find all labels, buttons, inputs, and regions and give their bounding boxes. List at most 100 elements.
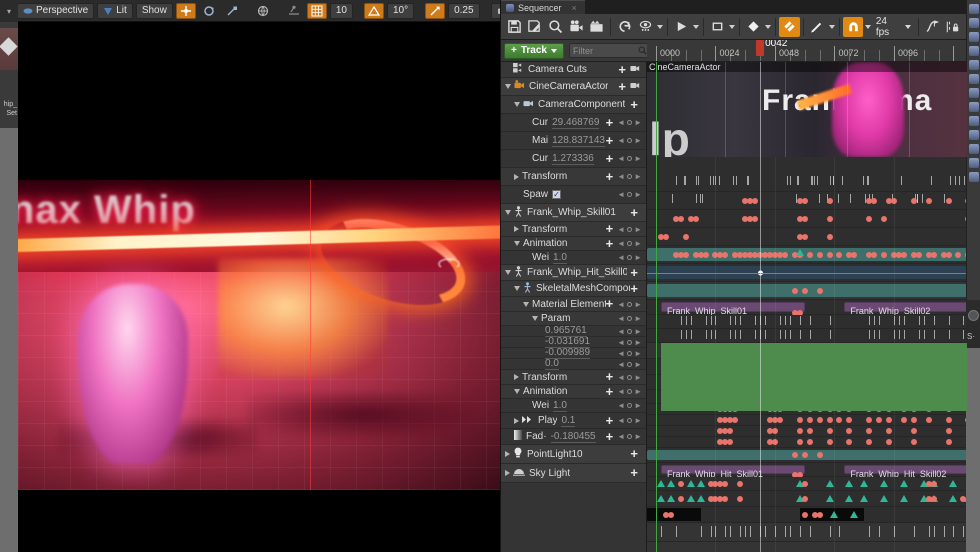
timeline-ruler[interactable]: 0000 0024 0048 0072 0096 0042 <box>647 40 967 62</box>
keyframe[interactable] <box>727 439 734 445</box>
add-key-button[interactable]: + <box>630 282 638 295</box>
spawned-checkbox[interactable]: ✓ <box>552 190 562 199</box>
playhead-line[interactable] <box>760 62 762 552</box>
keyframe[interactable] <box>945 197 952 204</box>
keyframe-marker[interactable] <box>666 495 675 502</box>
rotate-gizmo-button[interactable] <box>199 3 219 19</box>
add-key-icon[interactable] <box>627 418 633 423</box>
add-key-icon[interactable] <box>627 255 633 260</box>
track-value[interactable]: 0.1 <box>561 415 576 427</box>
track-row-param-b[interactable]: -0.009989 ◄ ► <box>501 347 646 359</box>
keyframe-button[interactable] <box>743 17 764 37</box>
keyframe[interactable] <box>826 251 833 258</box>
timeline-row-current-focal-length[interactable] <box>647 192 967 210</box>
keyframe-marker[interactable] <box>949 480 958 487</box>
track-row-transform-hit-skill[interactable]: Transform + ◄ ► <box>501 370 646 385</box>
key-navigation[interactable]: ◄ ► <box>617 314 642 323</box>
add-key-icon[interactable] <box>627 120 633 125</box>
next-key-icon[interactable]: ► <box>634 300 642 309</box>
add-key-button[interactable]: + <box>606 116 614 129</box>
keyframe[interactable] <box>806 439 813 445</box>
keyframe[interactable] <box>886 417 893 423</box>
keyframe[interactable] <box>826 428 833 434</box>
detail-icon[interactable] <box>969 4 979 14</box>
level-viewport[interactable]: nax Whip ▾ hip_ Set Perspective Lit Show… <box>0 0 545 552</box>
add-key-button[interactable]: + <box>606 222 614 235</box>
key-navigation[interactable]: ◄ ► <box>617 239 642 248</box>
keyframe[interactable] <box>806 417 813 423</box>
detail-icon[interactable] <box>969 102 979 112</box>
chevron-right-icon[interactable] <box>514 374 519 380</box>
keyframe[interactable] <box>945 428 952 434</box>
keyframe[interactable] <box>791 452 798 458</box>
keyframe[interactable] <box>677 480 684 487</box>
add-key-button[interactable]: + <box>606 152 614 165</box>
keyframe[interactable] <box>866 428 873 434</box>
tab-sequencer[interactable]: Sequencer × <box>501 0 585 14</box>
chevron-down-icon[interactable] <box>514 286 520 291</box>
add-key-icon[interactable] <box>627 138 633 143</box>
chevron-right-icon[interactable] <box>505 470 510 476</box>
keyframe[interactable] <box>910 197 917 204</box>
prev-key-icon[interactable]: ◄ <box>617 154 625 163</box>
keyframe[interactable] <box>806 428 813 434</box>
chevron-down-icon[interactable] <box>505 84 511 89</box>
keyframe[interactable] <box>732 417 739 423</box>
key-navigation[interactable]: ◄ ► <box>617 416 642 425</box>
snap-button[interactable] <box>842 16 864 37</box>
keyframe-dropdown[interactable] <box>764 17 772 37</box>
next-key-icon[interactable]: ► <box>634 118 642 127</box>
next-key-icon[interactable]: ► <box>634 154 642 163</box>
lock-button[interactable] <box>942 17 963 37</box>
keyframe[interactable] <box>801 287 808 294</box>
keyframe[interactable] <box>752 197 759 204</box>
panel-tab-icon[interactable] <box>968 310 979 321</box>
timeline-row-transform-camera[interactable] <box>647 246 967 264</box>
next-key-icon[interactable]: ► <box>634 239 642 248</box>
keyframe[interactable] <box>826 197 833 204</box>
keyframe[interactable] <box>816 511 823 518</box>
track-row-manual-focus-distance[interactable]: Mai 128.837143 + ◄ ► <box>501 132 646 150</box>
timeline-row-Frank_Whip_Skill01[interactable] <box>647 282 967 300</box>
undo-button[interactable] <box>614 17 635 37</box>
chevron-down-icon[interactable] <box>532 316 538 321</box>
keyframe[interactable] <box>662 233 669 240</box>
keyframe[interactable] <box>796 417 803 423</box>
next-key-icon[interactable]: ► <box>634 387 642 396</box>
keyframe[interactable] <box>816 417 823 423</box>
keyframe-marker[interactable] <box>686 495 695 502</box>
keyframe-marker[interactable] <box>656 480 665 487</box>
keyframe[interactable] <box>836 417 843 423</box>
timeline-row-SkyLight[interactable] <box>647 542 967 552</box>
keyframe-marker[interactable] <box>850 511 859 518</box>
chevron-down-icon[interactable] <box>514 389 520 394</box>
anim-section-hit-skill01[interactable]: Frank_Whip_Hit_Skill01 <box>660 465 805 479</box>
detail-icon[interactable] <box>969 158 979 168</box>
coordinate-system-button[interactable] <box>253 3 273 19</box>
timeline-row-param-b[interactable] <box>647 426 967 437</box>
add-key-icon[interactable] <box>627 339 633 345</box>
track-row-CineCameraActor[interactable]: CineCameraActor + <box>501 78 646 96</box>
add-track-button[interactable]: + Track <box>504 42 564 59</box>
prev-key-icon[interactable]: ◄ <box>617 300 625 309</box>
close-icon[interactable]: × <box>572 3 577 13</box>
add-key-button[interactable]: + <box>606 370 614 383</box>
add-key-icon[interactable] <box>627 174 633 179</box>
details-panel-sliver[interactable] <box>966 0 980 300</box>
save-as-button[interactable] <box>525 17 546 37</box>
keyframe-marker[interactable] <box>825 495 834 502</box>
add-key-icon[interactable] <box>627 192 633 197</box>
detail-icon[interactable] <box>969 18 979 28</box>
next-key-icon[interactable]: ► <box>634 373 642 382</box>
keyframe[interactable] <box>677 495 684 502</box>
keyframe-marker[interactable] <box>686 480 695 487</box>
keyframe[interactable] <box>826 233 833 240</box>
keyframe[interactable] <box>955 251 962 258</box>
add-key-button[interactable]: + <box>630 447 638 460</box>
keyframe[interactable] <box>925 197 932 204</box>
keyframe[interactable] <box>801 452 808 458</box>
key-navigation[interactable]: ◄ ► <box>617 190 642 199</box>
track-row-weight-whip-skill[interactable]: Wei 1.0 ◄ ► <box>501 251 646 265</box>
scale-snap-button[interactable] <box>425 2 446 19</box>
track-row-animation-whip-skill[interactable]: Animation + ◄ ► <box>501 237 646 251</box>
